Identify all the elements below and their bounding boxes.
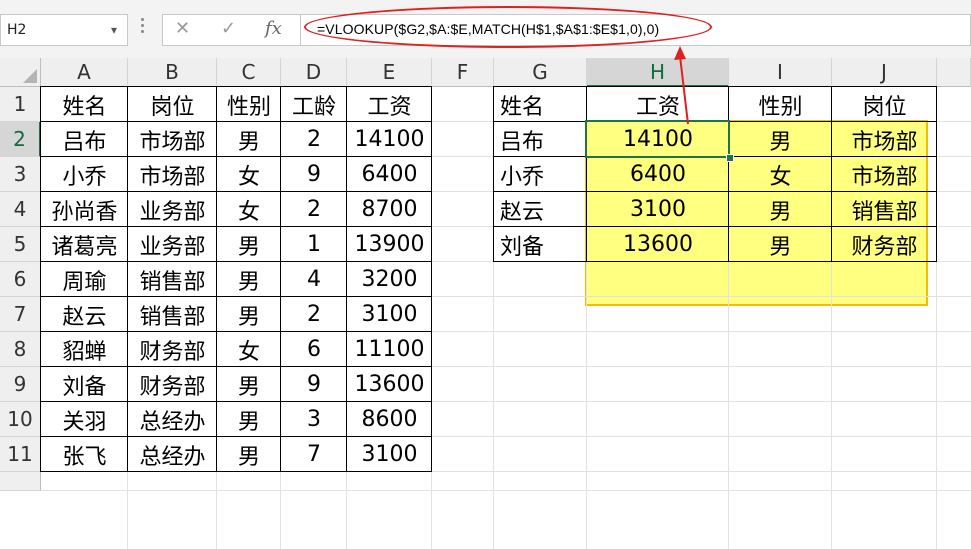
annotation-arrow xyxy=(674,46,689,125)
